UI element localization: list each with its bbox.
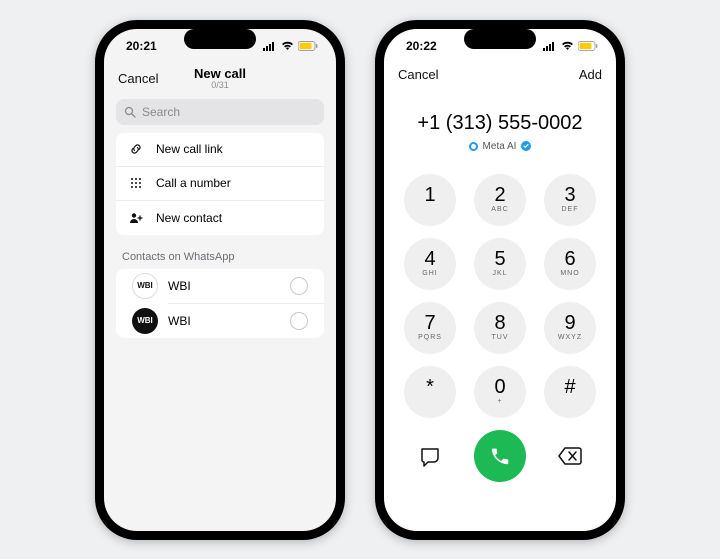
- speech-bubble-icon: [418, 444, 442, 468]
- new-call-link-row[interactable]: New call link: [116, 133, 324, 167]
- nav-bar: Cancel New call 0/31: [104, 63, 336, 97]
- link-icon: [128, 142, 144, 156]
- key-letters: JKL: [492, 270, 507, 278]
- search-placeholder: Search: [142, 105, 180, 119]
- key-3[interactable]: 3DEF: [544, 174, 596, 226]
- caller-id-label: Meta AI: [483, 141, 517, 152]
- screen-left: 20:21 Cancel New call 0/31 Search: [104, 29, 336, 531]
- dynamic-island: [184, 29, 256, 49]
- status-icons: [543, 41, 598, 51]
- signal-icon: [263, 41, 277, 51]
- key-0[interactable]: 0+: [474, 366, 526, 418]
- key-number: 8: [494, 313, 505, 333]
- verified-badge-icon: [521, 141, 531, 151]
- key-5[interactable]: 5JKL: [474, 238, 526, 290]
- contacts-card: WBI WBI WBI WBI: [116, 269, 324, 338]
- contact-name: WBI: [168, 279, 280, 293]
- screen-right: 20:22 Cancel Add +1 (313) 555-0002 Meta …: [384, 29, 616, 531]
- call-number-label: Call a number: [156, 176, 231, 190]
- key-9[interactable]: 9WXYZ: [544, 302, 596, 354]
- contact-radio[interactable]: [290, 277, 308, 295]
- nav-title-group: New call 0/31: [164, 67, 276, 91]
- phone-icon: [489, 445, 511, 467]
- key-number: 9: [564, 313, 575, 333]
- cancel-button[interactable]: Cancel: [118, 71, 164, 86]
- key-number: 6: [564, 249, 575, 269]
- nav-right-spacer: [276, 71, 322, 86]
- status-icons: [263, 41, 318, 51]
- key-number: 1: [424, 185, 435, 205]
- nav-subtitle: 0/31: [164, 81, 276, 91]
- caller-id-row: Meta AI: [384, 141, 616, 152]
- search-input[interactable]: Search: [116, 99, 324, 125]
- key-number: #: [564, 377, 575, 397]
- cancel-button[interactable]: Cancel: [398, 67, 444, 82]
- key-7[interactable]: 7PQRS: [404, 302, 456, 354]
- key-1[interactable]: 1: [404, 174, 456, 226]
- key-letters: DEF: [562, 206, 579, 214]
- dynamic-island: [464, 29, 536, 49]
- contact-name: WBI: [168, 314, 280, 328]
- status-time: 20:22: [406, 39, 437, 53]
- contact-row[interactable]: WBI WBI: [116, 269, 324, 303]
- phone-left-frame: 20:21 Cancel New call 0/31 Search: [95, 20, 345, 540]
- key-letters: MNO: [560, 270, 579, 278]
- dialpad-icon: [128, 177, 144, 189]
- key-number: 0: [494, 377, 505, 397]
- keypad-bottom-row: [384, 430, 616, 482]
- nav-bar: Cancel Add: [384, 63, 616, 88]
- key-8[interactable]: 8TUV: [474, 302, 526, 354]
- person-add-icon: [128, 211, 144, 225]
- meta-ai-icon: [469, 142, 478, 151]
- search-icon: [124, 106, 136, 118]
- backspace-icon: [557, 446, 583, 466]
- contact-row[interactable]: WBI WBI: [116, 304, 324, 338]
- dial-keypad: 12ABC3DEF4GHI5JKL6MNO7PQRS8TUV9WXYZ*0+#: [384, 174, 616, 418]
- call-number-row[interactable]: Call a number: [116, 167, 324, 201]
- battery-icon: [578, 41, 598, 51]
- call-button[interactable]: [474, 430, 526, 482]
- key-number: 4: [424, 249, 435, 269]
- signal-icon: [543, 41, 557, 51]
- contact-radio[interactable]: [290, 312, 308, 330]
- key-4[interactable]: 4GHI: [404, 238, 456, 290]
- add-button[interactable]: Add: [556, 67, 602, 82]
- dialed-number: +1 (313) 555-0002: [384, 88, 616, 135]
- contacts-section-header: Contacts on WhatsApp: [104, 245, 336, 267]
- key-letters: +: [497, 398, 502, 406]
- actions-card: New call link Call a number New contact: [116, 133, 324, 235]
- wifi-icon: [281, 41, 294, 51]
- avatar: WBI: [132, 308, 158, 334]
- new-call-link-label: New call link: [156, 142, 223, 156]
- backspace-button[interactable]: [544, 430, 596, 482]
- message-button[interactable]: [404, 430, 456, 482]
- new-contact-row[interactable]: New contact: [116, 201, 324, 235]
- phone-right-frame: 20:22 Cancel Add +1 (313) 555-0002 Meta …: [375, 20, 625, 540]
- key-number: 3: [564, 185, 575, 205]
- key-2[interactable]: 2ABC: [474, 174, 526, 226]
- nav-title: New call: [164, 67, 276, 81]
- key-number: *: [426, 377, 434, 397]
- key-letters: ABC: [491, 206, 508, 214]
- key-number: 2: [494, 185, 505, 205]
- key-letters: GHI: [422, 270, 437, 278]
- key-letters: TUV: [492, 334, 509, 342]
- key-letters: PQRS: [418, 334, 442, 342]
- key-number: 5: [494, 249, 505, 269]
- key-6[interactable]: 6MNO: [544, 238, 596, 290]
- avatar: WBI: [132, 273, 158, 299]
- battery-icon: [298, 41, 318, 51]
- status-time: 20:21: [126, 39, 157, 53]
- key-*[interactable]: *: [404, 366, 456, 418]
- key-number: 7: [424, 313, 435, 333]
- new-contact-label: New contact: [156, 211, 222, 225]
- wifi-icon: [561, 41, 574, 51]
- key-letters: WXYZ: [558, 334, 582, 342]
- key-#[interactable]: #: [544, 366, 596, 418]
